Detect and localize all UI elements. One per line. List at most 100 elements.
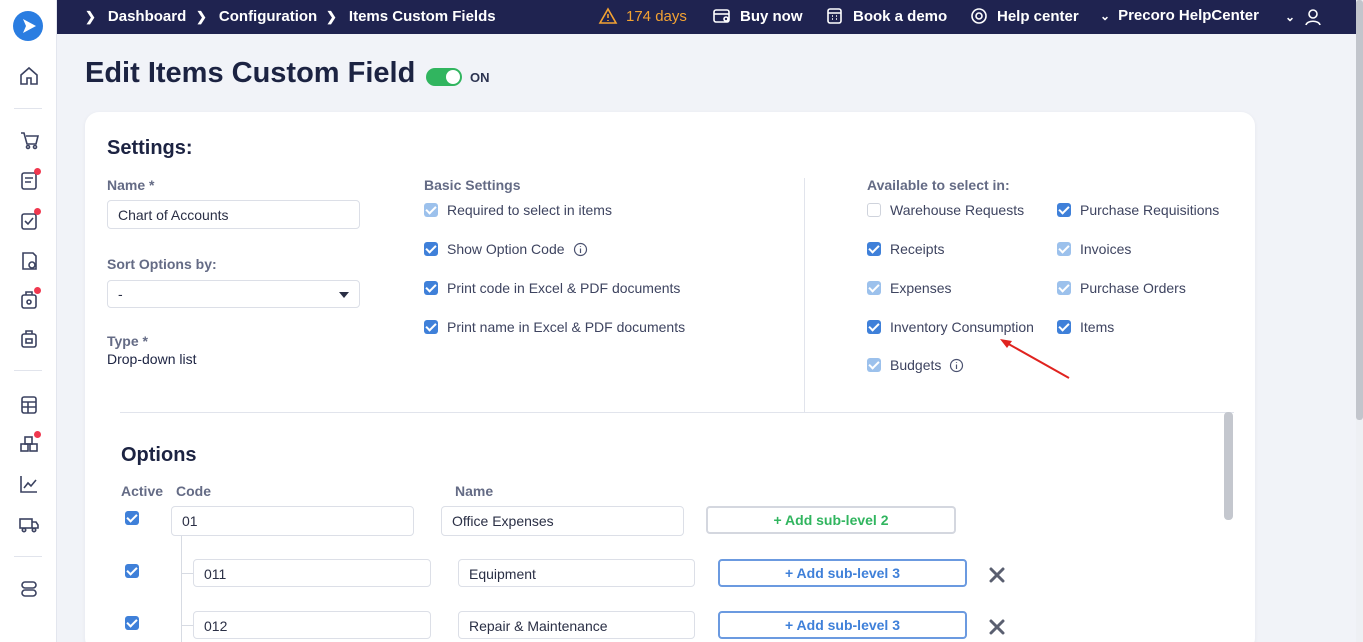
available-items[interactable]: Items [1057,319,1114,335]
delete-x-icon[interactable] [989,567,1005,583]
options-title: Options [121,444,197,466]
breadcrumb-dashboard[interactable]: ❯ Dashboard [85,8,186,25]
basic-setting-print-name[interactable]: Print name in Excel & PDF documents [424,319,685,335]
analytics-icon[interactable] [18,473,40,495]
sort-options-select[interactable]: - [107,280,360,308]
chevron-right-icon: ❯ [326,8,337,24]
notification-dot [34,287,41,294]
chevron-down-icon: ⌄ [1100,8,1111,23]
option-code-input[interactable]: 011 [193,559,431,587]
option-name-input[interactable]: Equipment [458,559,695,587]
toggle-label: ON [470,70,490,85]
buy-now-button[interactable]: Buy now [712,7,803,25]
option-name-input[interactable]: Repair & Maintenance [458,611,695,639]
checkbox-label: Items [1080,319,1115,335]
options-scrollbar[interactable] [1224,412,1233,642]
option-active-checkbox[interactable] [125,511,139,525]
requisition-icon[interactable] [18,168,41,192]
workspace-selector[interactable]: ⌄ Precoro HelpCenter [1100,7,1259,24]
cart-icon[interactable] [18,129,40,151]
notification-dot [34,208,41,215]
scrollbar-thumb[interactable] [1356,0,1363,420]
calendar-icon [827,8,842,24]
payment-icon[interactable] [18,328,40,350]
budget-icon[interactable] [18,394,40,416]
buy-now-label: Buy now [740,7,803,25]
user-menu[interactable]: ⌄ [1285,7,1331,27]
sort-options-label: Sort Options by: [107,256,217,272]
invoice-icon[interactable] [18,287,41,311]
checkbox[interactable] [1057,281,1071,295]
available-to-select-label: Available to select in: [867,177,1010,193]
available-budgets[interactable]: Budgets [867,357,964,373]
add-sub-level-3-button[interactable]: + Add sub-level 3 [718,611,967,639]
checkbox-label: Purchase Requisitions [1080,202,1220,218]
checkbox[interactable] [867,320,881,334]
checkbox[interactable] [424,242,438,256]
trial-indicator[interactable]: 174 days [598,7,687,25]
checkbox[interactable] [1057,203,1071,217]
available-purchase-orders[interactable]: Purchase Orders [1057,280,1186,296]
checkbox[interactable] [1057,320,1071,334]
checkbox[interactable] [867,242,881,256]
receipt-icon[interactable] [18,250,40,272]
available-inventory-consumption[interactable]: Inventory Consumption [867,319,1034,335]
workspace-label: Precoro HelpCenter [1118,7,1259,24]
delivery-truck-icon[interactable] [18,513,40,535]
option-active-checkbox[interactable] [125,564,139,578]
available-expenses[interactable]: Expenses [867,280,951,296]
breadcrumb-label: Dashboard [107,8,187,25]
book-demo-button[interactable]: Book a demo [825,7,947,25]
option-code-input[interactable]: 012 [193,611,431,639]
wallet-icon [713,9,730,23]
breadcrumb-configuration[interactable]: ❯ Configuration [196,8,317,25]
basic-setting-print-code[interactable]: Print code in Excel & PDF documents [424,280,680,296]
type-value: Drop-down list [107,351,197,367]
home-icon[interactable] [18,65,40,87]
notification-dot [34,168,41,175]
checkbox-label: Purchase Orders [1080,280,1186,296]
checkbox[interactable] [424,281,438,295]
checkbox-label: Warehouse Requests [890,202,1025,218]
precoro-logo[interactable] [13,11,43,41]
name-input[interactable]: Chart of Accounts [107,200,360,229]
available-warehouse-requests[interactable]: Warehouse Requests [867,202,1024,218]
warehouse-icon[interactable] [18,431,41,455]
available-invoices[interactable]: Invoices [1057,241,1131,257]
scrollbar-thumb[interactable] [1224,412,1233,520]
help-center-button[interactable]: Help center [969,7,1079,25]
name-label: Name * [107,177,155,193]
delete-x-icon[interactable] [989,619,1005,635]
available-receipts[interactable]: Receipts [867,241,944,257]
column-header-name: Name [455,483,494,499]
checkbox[interactable] [424,320,438,334]
option-name-input[interactable]: Office Expenses [441,506,684,536]
option-active-checkbox[interactable] [125,616,139,630]
caret-down-icon [339,292,349,298]
breadcrumb-items-custom-fields[interactable]: ❯ Items Custom Fields [326,8,496,25]
settings-server-icon[interactable] [18,578,40,600]
checkbox-label: Show Option Code [447,241,565,257]
sidebar-divider [14,556,42,557]
add-sub-level-2-button[interactable]: + Add sub-level 2 [706,506,956,534]
checkbox[interactable] [1057,242,1071,256]
approval-icon[interactable] [18,208,41,232]
available-purchase-requisitions[interactable]: Purchase Requisitions [1057,202,1219,218]
tree-connector [181,573,193,574]
page-scrollbar[interactable] [1356,0,1363,642]
checkbox[interactable] [867,358,881,372]
info-icon[interactable] [573,242,588,257]
add-sub-level-3-button[interactable]: + Add sub-level 3 [718,559,967,587]
info-icon[interactable] [949,358,964,373]
basic-setting-show-code[interactable]: Show Option Code [424,241,588,257]
chevron-right-icon: ❯ [85,8,96,24]
active-toggle[interactable] [426,68,462,86]
checkbox-label: Required to select in items [447,202,612,218]
checkbox[interactable] [867,281,881,295]
basic-setting-required[interactable]: Required to select in items [424,202,612,218]
sidebar-divider [14,370,42,371]
option-code-input[interactable]: 01 [171,506,414,536]
chevron-down-icon: ⌄ [1285,10,1296,24]
checkbox[interactable] [867,203,881,217]
checkbox[interactable] [424,203,438,217]
